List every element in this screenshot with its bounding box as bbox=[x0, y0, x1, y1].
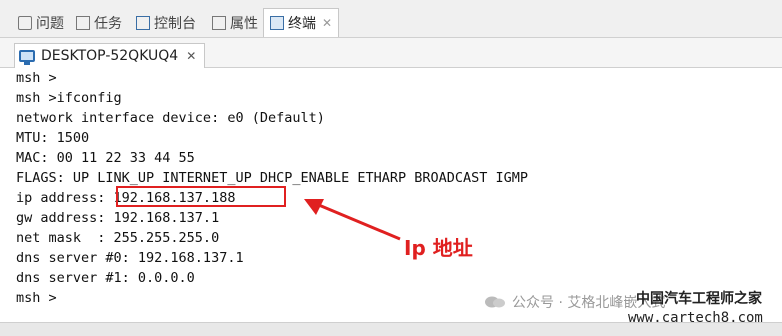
tab-terminal[interactable]: 终端 ✕ bbox=[263, 8, 340, 37]
tab-label: 问题 bbox=[36, 16, 64, 32]
terminal-line: dns server #1: 0.0.0.0 bbox=[16, 270, 195, 286]
view-tab-bar: 问题 任务 控制台 属性 终端 ✕ bbox=[0, 0, 782, 38]
tab-label: 控制台 bbox=[154, 16, 196, 32]
terminal-line: msh >ifconfig bbox=[16, 90, 122, 106]
wechat-icon bbox=[485, 296, 505, 308]
tab-problems[interactable]: 问题 bbox=[18, 12, 64, 34]
terminal-icon bbox=[270, 16, 284, 30]
close-icon[interactable]: ✕ bbox=[322, 16, 332, 30]
tasks-icon bbox=[76, 16, 90, 30]
session-name: DESKTOP-52QKUQ4 bbox=[41, 48, 179, 64]
problems-icon bbox=[18, 16, 32, 30]
terminal-line: MAC: 00 11 22 33 44 55 bbox=[16, 150, 195, 166]
terminal-line: msh > bbox=[16, 70, 57, 86]
annotation-label: Ip 地址 bbox=[404, 236, 473, 260]
session-tab-bar: DESKTOP-52QKUQ4 ✕ bbox=[0, 38, 782, 68]
watermark-brand: 中国汽车工程师之家 bbox=[636, 291, 762, 307]
close-icon[interactable]: ✕ bbox=[186, 49, 196, 63]
tab-console[interactable]: 控制台 bbox=[136, 12, 196, 34]
tab-tasks[interactable]: 任务 bbox=[76, 12, 122, 34]
status-bar bbox=[0, 322, 782, 336]
terminal-line: FLAGS: UP LINK_UP INTERNET_UP DHCP_ENABL… bbox=[16, 170, 529, 186]
annotation-arrow-icon bbox=[304, 199, 401, 241]
properties-icon bbox=[212, 16, 226, 30]
session-tab[interactable]: DESKTOP-52QKUQ4 ✕ bbox=[14, 43, 206, 68]
monitor-icon bbox=[19, 50, 35, 65]
terminal-line: network interface device: e0 (Default) bbox=[16, 110, 325, 126]
console-icon bbox=[136, 16, 150, 30]
tab-label: 任务 bbox=[94, 16, 122, 32]
tab-label: 属性 bbox=[230, 16, 258, 32]
ip-address-highlight-box bbox=[116, 186, 286, 207]
terminal-line: MTU: 1500 bbox=[16, 130, 90, 146]
tab-label: 终端 bbox=[288, 16, 316, 32]
tab-properties[interactable]: 属性 bbox=[212, 12, 258, 34]
